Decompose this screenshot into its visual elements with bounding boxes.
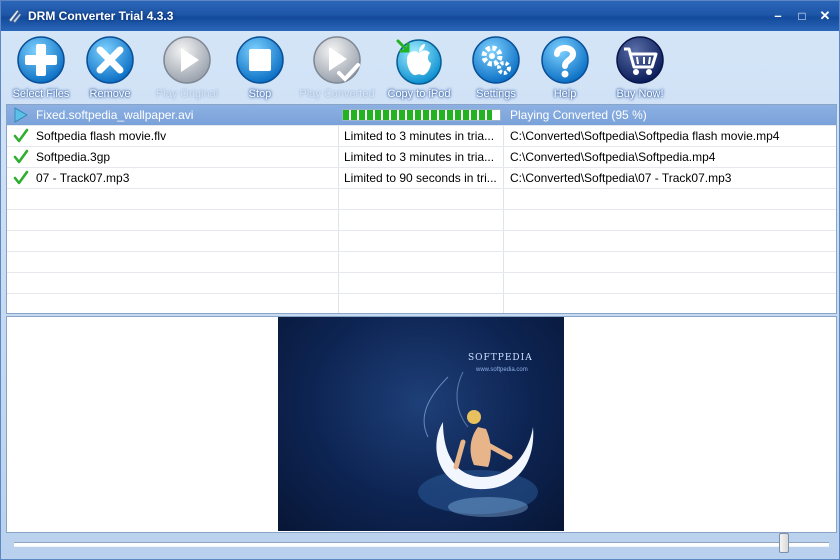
file-row[interactable]: Fixed.softpedia_wallpaper.avi Playing Co… [7, 105, 836, 126]
progress-fill [343, 110, 493, 120]
stop-icon [236, 36, 284, 84]
buy-now-button[interactable]: Buy Now! [602, 35, 678, 101]
file-status: C:\Converted\Softpedia\Softpedia.mp4 [510, 150, 716, 164]
seek-slider[interactable] [6, 533, 835, 557]
play-icon [163, 36, 211, 84]
file-name: Softpedia flash movie.flv [36, 129, 167, 143]
video-preview-panel: SOFTPEDIA www.softpedia.com [6, 316, 837, 533]
empty-row [7, 252, 836, 273]
file-status: Playing Converted (95 %) [510, 108, 647, 122]
conversion-progress-bar [342, 109, 501, 121]
select-files-button[interactable]: Select Files [3, 35, 79, 101]
minimize-button[interactable]: – [771, 9, 785, 23]
play-check-icon [313, 36, 361, 84]
file-row[interactable]: Softpedia flash movie.flv Limited to 3 m… [7, 126, 836, 147]
file-limit: Limited to 90 seconds in tri... [344, 171, 497, 185]
play-converted-button[interactable]: Play Converted [299, 35, 375, 101]
empty-row [7, 273, 836, 294]
help-button[interactable]: Help [527, 35, 603, 101]
window-title: DRM Converter Trial 4.3.3 [28, 9, 174, 23]
title-bar[interactable]: DRM Converter Trial 4.3.3 – □ ✕ [1, 1, 839, 31]
file-limit: Limited to 3 minutes in tria... [344, 129, 495, 143]
x-icon [86, 36, 134, 84]
play-original-button[interactable]: Play Original [149, 35, 225, 101]
buy-now-label: Buy Now! [616, 88, 664, 100]
file-row[interactable]: 07 - Track07.mp3 Limited to 90 seconds i… [7, 168, 836, 189]
settings-button[interactable]: Settings [458, 35, 534, 101]
file-status: C:\Converted\Softpedia\07 - Track07.mp3 [510, 171, 732, 185]
empty-row [7, 231, 836, 252]
video-frame: SOFTPEDIA www.softpedia.com [278, 317, 564, 531]
copy-to-ipod-button[interactable]: Copy to iPod [381, 35, 457, 101]
stop-label: Stop [248, 88, 272, 100]
settings-label: Settings [476, 88, 516, 100]
remove-button[interactable]: Remove [72, 35, 148, 101]
file-name: Fixed.softpedia_wallpaper.avi [36, 108, 194, 122]
remove-label: Remove [89, 88, 131, 100]
file-name: Softpedia.3gp [36, 150, 111, 164]
slider-track[interactable] [14, 542, 829, 547]
file-row[interactable]: Softpedia.3gp Limited to 3 minutes in tr… [7, 147, 836, 168]
file-status: C:\Converted\Softpedia\Softpedia flash m… [510, 129, 780, 143]
file-name: 07 - Track07.mp3 [36, 171, 130, 185]
app-logo-icon [8, 9, 22, 24]
select-files-label: Select Files [12, 88, 70, 100]
file-list[interactable]: Fixed.softpedia_wallpaper.avi Playing Co… [6, 104, 837, 314]
toolbar: Select Files Remove Play Original Stop P… [1, 31, 839, 103]
close-button[interactable]: ✕ [818, 9, 832, 23]
gears-icon [472, 36, 520, 84]
app-window: DRM Converter Trial 4.3.3 – □ ✕ Select F… [0, 0, 840, 560]
slider-thumb[interactable] [779, 533, 789, 553]
apple-icon [396, 39, 442, 85]
cart-icon [616, 36, 664, 84]
file-limit: Limited to 3 minutes in tria... [344, 150, 495, 164]
play-converted-label: Play Converted [299, 88, 375, 100]
maximize-button[interactable]: □ [795, 9, 809, 23]
stop-button[interactable]: Stop [222, 35, 298, 101]
question-icon [541, 36, 589, 84]
wallpaper-illustration [418, 371, 538, 517]
copy-to-ipod-label: Copy to iPod [387, 88, 451, 100]
empty-row [7, 210, 836, 231]
play-original-label: Play Original [155, 88, 219, 100]
plus-icon [17, 36, 65, 84]
empty-row [7, 189, 836, 210]
help-label: Help [553, 88, 577, 100]
empty-row [7, 294, 836, 313]
